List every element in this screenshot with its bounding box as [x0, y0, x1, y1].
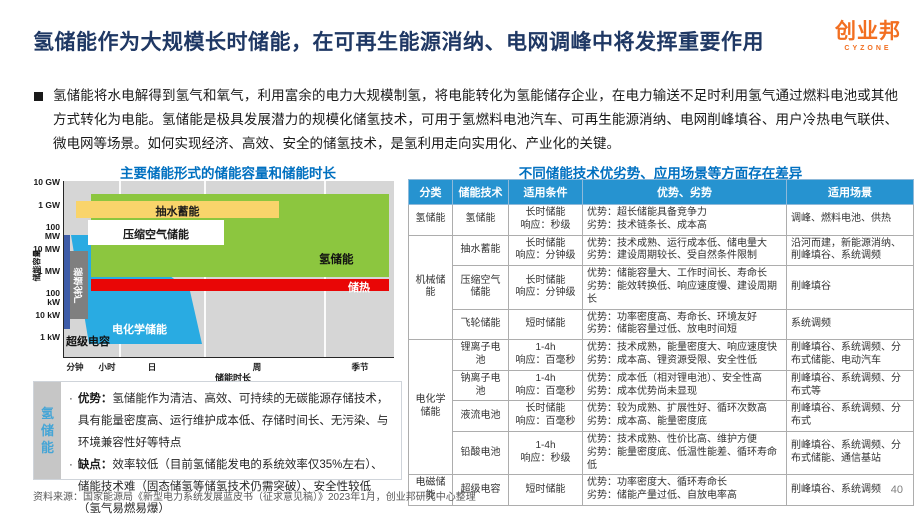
header-category: 分类: [409, 180, 453, 205]
table-row: 液流电池 长时储能响应：百毫秒 优势：较为成熟、扩展性好、循环次数高劣势：成本高…: [409, 401, 914, 432]
pumped-hydro-label: 抽水蓄能: [76, 203, 279, 219]
y-tick: 10 kW: [33, 311, 60, 320]
y-axis-label: 储能容量: [32, 236, 43, 296]
scenes-cell: 削峰填谷、系统调频、分布式等: [787, 370, 914, 401]
y-tick: 1 kW: [33, 333, 60, 342]
cons-item: · 缺点：效率较低（目前氢储能发电的系统效率仅35%左右）、储能技术难（固态储氢…: [69, 454, 393, 520]
thermal-bar: [91, 279, 389, 291]
supercapacitor-bar: [64, 235, 70, 329]
electrochemical-label: 电化学储能: [112, 321, 167, 337]
logo-subtext: CYZONE: [829, 44, 907, 53]
table-row: 压缩空气储能 长时储能响应：分钟级 优势：储能容量大、工作时间长、寿命长劣势：能…: [409, 266, 914, 309]
condition-cell: 1-4h响应：秒级: [509, 431, 583, 474]
storage-capacity-chart: 主要储能形式的储能容量和储能时长 10 GW 1 GW 100 MW 10 MW…: [33, 160, 405, 384]
table-header-row: 分类 储能技术 适用条件 优势、劣势 适用场景: [409, 180, 914, 205]
table-row: 飞轮储能 短时储能 优势：功率密度高、寿命长、环境友好劣势：储能容量过低、放电时…: [409, 309, 914, 340]
scenes-cell: 削峰填谷、系统调频、分布式储能、电动汽车: [787, 340, 914, 371]
pros-label: 优势：: [78, 393, 113, 405]
y-tick: 1 GW: [33, 201, 60, 210]
table-row: 电化学储能 锂离子电池 1-4h响应：百毫秒 优势：技术成熟，能量密度大、响应速…: [409, 340, 914, 371]
table-row: 机械储能 抽水蓄能 长时储能响应：分钟级 优势：技术成熟、运行成本低、储电量大劣…: [409, 235, 914, 266]
flywheel-label: 飞轮储能: [72, 251, 85, 321]
x-tick: 季节: [338, 361, 382, 373]
pros-cons-cell: 优势：功率密度高、寿命长、环境友好劣势：储能容量过低、放电时间短: [583, 309, 787, 340]
scenes-cell: 削峰填谷、系统调频、分布式: [787, 401, 914, 432]
condition-cell: 长时储能响应：分钟级: [509, 266, 583, 309]
bullet-square-icon: [34, 92, 43, 101]
scenes-cell: 系统调频: [787, 309, 914, 340]
hydrogen-side-strip: 氢储能: [34, 382, 61, 479]
source-note: 资料来源：国家能源局《新型电力系统发展蓝皮书（征求意见稿）》2023年1月，创业…: [33, 488, 476, 503]
pros-cons-cell: 优势：超长储能具备竞争力劣势：技术链条长、成本高: [583, 205, 787, 236]
condition-cell: 长时储能响应：百毫秒: [509, 401, 583, 432]
chart-plot-area: 抽水蓄能 压缩空气储能 氢储能 储热 电化学储能 超级电容 飞轮储能: [63, 181, 394, 358]
hydrogen-pros-cons-box: 氢储能 · 优势：氢储能作为清洁、高效、可持续的无碳能源存储技术，具有能量密度高…: [33, 381, 402, 480]
cyzone-logo: 创业邦 CYZONE: [829, 20, 907, 53]
tech-cell: 液流电池: [453, 401, 509, 432]
pros-cons-cell: 优势：功率密度大、循环寿命长劣势：储能产量过低、自放电率高: [583, 475, 787, 506]
category-cell: 机械储能: [409, 235, 453, 340]
caes-label: 压缩空气储能: [88, 226, 224, 242]
intro-text: 氢储能将水电解得到氢气和氧气，利用富余的电力大规模制氢，将电能转化为氢能储存企业…: [53, 84, 898, 156]
page-title: 氢储能作为大规模长时储能，在可再生能源消纳、电网调峰中将发挥重要作用: [33, 26, 833, 56]
condition-cell: 短时储能: [509, 309, 583, 340]
y-tick: 10 GW: [33, 178, 60, 187]
header-scenes: 适用场景: [787, 180, 914, 205]
tech-cell: 氢储能: [453, 205, 509, 236]
pros-cons-cell: 优势：技术成熟、性价比高、维护方便劣势：能量密度底、低温性能差、循环寿命低: [583, 431, 787, 474]
pros-cons-cell: 优势：技术成熟、运行成本低、储电量大劣势：建设周期较长、受自然条件限制: [583, 235, 787, 266]
pros-body: 氢储能作为清洁、高效、可持续的无碳能源存储技术，具有能量密度高、运行维护成本低、…: [78, 393, 389, 449]
pros-item: · 优势：氢储能作为清洁、高效、可持续的无碳能源存储技术，具有能量密度高、运行维…: [69, 388, 393, 454]
pros-text: 优势：氢储能作为清洁、高效、可持续的无碳能源存储技术，具有能量密度高、运行维护成…: [78, 388, 393, 454]
supercapacitor-label: 超级电容: [66, 333, 110, 349]
condition-cell: 1-4h响应：百毫秒: [509, 340, 583, 371]
scenes-cell: 调峰、燃料电池、供热: [787, 205, 914, 236]
tech-cell: 抽水蓄能: [453, 235, 509, 266]
header-pros-cons: 优势、劣势: [583, 180, 787, 205]
table-row: 钠离子电池 1-4h响应：百毫秒 优势：成本低（相对锂电池）、安全性高劣势：成本…: [409, 370, 914, 401]
header-condition: 适用条件: [509, 180, 583, 205]
dot-bullet-icon: ·: [69, 388, 73, 454]
x-tick: 日: [130, 361, 174, 373]
tech-cell: 压缩空气储能: [453, 266, 509, 309]
pros-cons-cell: 优势：储能容量大、工作时间长、寿命长劣势：能效转换低、响应速度慢、建设周期长: [583, 266, 787, 309]
condition-cell: 长时储能响应：分钟级: [509, 235, 583, 266]
intro-paragraph: 氢储能将水电解得到氢气和氧气，利用富余的电力大规模制氢，将电能转化为氢能储存企业…: [34, 84, 898, 156]
pros-cons-cell: 优势：成本低（相对锂电池）、安全性高劣势：成本优势尚未显现: [583, 370, 787, 401]
condition-cell: 短时储能: [509, 475, 583, 506]
cons-label: 缺点：: [78, 459, 113, 471]
storage-comparison-table: 分类 储能技术 适用条件 优势、劣势 适用场景 氢储能 氢储能 长时储能响应：秒…: [408, 179, 914, 506]
chart-title: 主要储能形式的储能容量和储能时长: [61, 162, 395, 182]
pros-cons-cell: 优势：技术成熟，能量密度大、响应速度快劣势：成本高、锂资源受限、安全性低: [583, 340, 787, 371]
table-row: 氢储能 氢储能 长时储能响应：秒级 优势：超长储能具备竞争力劣势：技术链条长、成…: [409, 205, 914, 236]
thermal-label: 储热: [348, 279, 370, 295]
tech-cell: 铅酸电池: [453, 431, 509, 474]
condition-cell: 长时储能响应：秒级: [509, 205, 583, 236]
hydrogen-label: 氢储能: [319, 251, 354, 267]
pros-cons-cell: 优势：较为成熟、扩展性好、循环次数高劣势：成本高、能量密度底: [583, 401, 787, 432]
category-cell: 氢储能: [409, 205, 453, 236]
tech-cell: 飞轮储能: [453, 309, 509, 340]
cons-body: 效率较低（目前氢储能发电的系统效率仅35%左右）、储能技术难（固态储氢等储氢技术…: [78, 459, 383, 515]
scenes-cell: 沿河而建，新能源消纳、削峰填谷、系统调频: [787, 235, 914, 266]
tech-cell: 锂离子电池: [453, 340, 509, 371]
hydrogen-side-label: 氢储能: [40, 405, 55, 456]
tech-cell: 钠离子电池: [453, 370, 509, 401]
cons-text: 缺点：效率较低（目前氢储能发电的系统效率仅35%左右）、储能技术难（固态储氢等储…: [78, 454, 393, 520]
header-tech: 储能技术: [453, 180, 509, 205]
x-tick: 小时: [85, 361, 129, 373]
table-row: 电磁储能 超级电容 短时储能 优势：功率密度大、循环寿命长劣势：储能产量过低、自…: [409, 475, 914, 506]
scenes-cell: 削峰填谷、系统调频、分布式储能、通信基站: [787, 431, 914, 474]
logo-text: 创业邦: [829, 20, 907, 44]
dot-bullet-icon: ·: [69, 454, 73, 520]
scenes-cell: 削峰填谷: [787, 266, 914, 309]
page-number: 40: [891, 484, 903, 496]
hydrogen-box-content: · 优势：氢储能作为清洁、高效、可持续的无碳能源存储技术，具有能量密度高、运行维…: [61, 382, 401, 479]
table-row: 铅酸电池 1-4h响应：秒级 优势：技术成熟、性价比高、维护方便劣势：能量密度底…: [409, 431, 914, 474]
condition-cell: 1-4h响应：百毫秒: [509, 370, 583, 401]
category-cell: 电化学储能: [409, 340, 453, 475]
